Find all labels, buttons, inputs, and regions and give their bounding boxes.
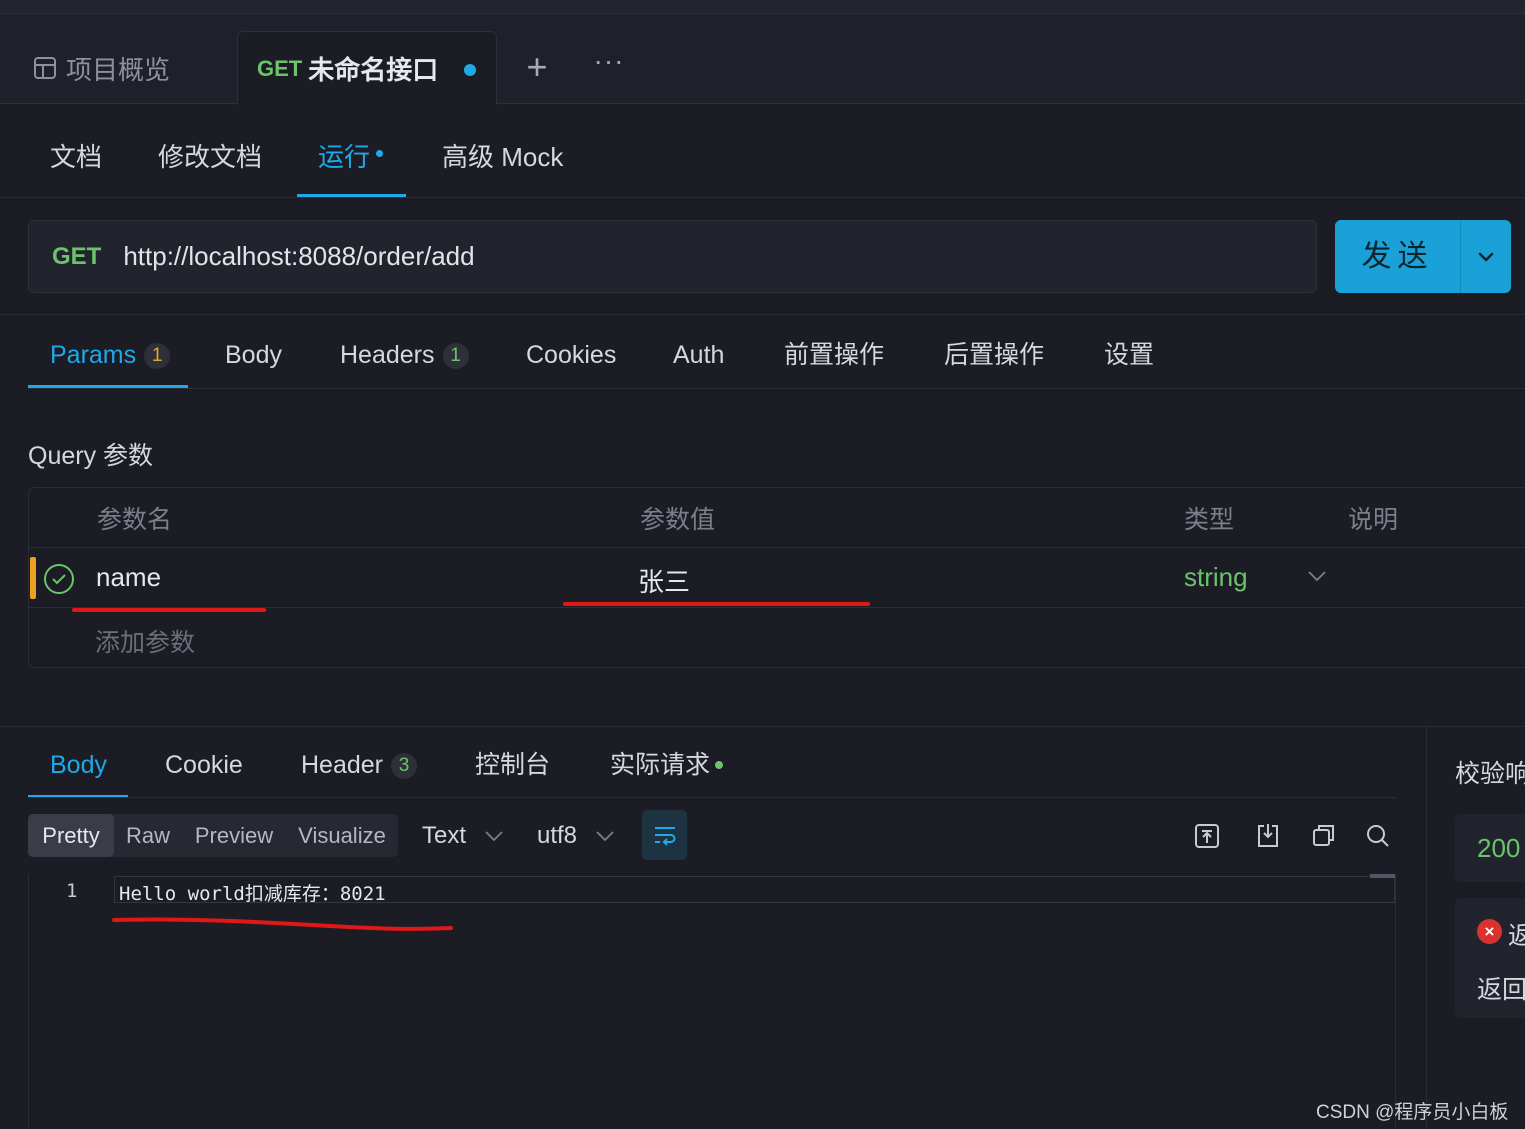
assert-panel-title: 校验响 xyxy=(1455,760,1525,788)
format-select[interactable]: Text xyxy=(422,822,504,850)
copy-icon[interactable] xyxy=(1311,822,1337,850)
tab-project-overview-label: 项目概览 xyxy=(66,54,171,85)
encoding-value: utf8 xyxy=(537,822,578,849)
tab-params[interactable]: Params 1 xyxy=(50,334,171,376)
tab-body[interactable]: Body xyxy=(225,334,282,376)
tab-advanced-mock[interactable]: 高级 Mock xyxy=(442,136,563,178)
view-mode-segmented: Pretty Raw Preview Visualize xyxy=(28,814,398,857)
query-params-title: Query 参数 xyxy=(28,442,154,470)
add-param-input[interactable]: 添加参数 xyxy=(95,623,195,659)
chevron-down-icon xyxy=(1478,252,1494,262)
column-header-desc: 说明 xyxy=(1348,506,1399,534)
tab-edit-doc[interactable]: 修改文档 xyxy=(158,136,262,178)
params-count-badge: 1 xyxy=(144,343,171,369)
view-preview-button[interactable]: Preview xyxy=(190,814,278,857)
column-header-type: 类型 xyxy=(1184,506,1235,534)
param-name-input[interactable]: name xyxy=(96,562,161,593)
param-type-select[interactable]: string xyxy=(1184,562,1248,593)
headers-count-badge: 1 xyxy=(442,343,469,369)
wrap-icon xyxy=(654,827,675,846)
column-header-value: 参数值 xyxy=(640,506,716,534)
url-input[interactable]: http://localhost:8088/order/add xyxy=(123,241,474,272)
divider xyxy=(0,726,1525,727)
tab-run-label: 运行 xyxy=(318,142,371,172)
format-value: Text xyxy=(422,822,467,849)
panel-splitter[interactable] xyxy=(1426,727,1427,1129)
check-icon xyxy=(52,574,66,585)
more-tabs-button[interactable]: ··· xyxy=(592,46,626,88)
status-code-box: 200 xyxy=(1455,814,1525,882)
resp-tab-console[interactable]: 控制台 xyxy=(475,744,550,786)
param-value-input[interactable]: 张三 xyxy=(638,562,690,599)
encoding-select[interactable]: utf8 xyxy=(537,822,615,850)
tab-project-overview[interactable]: 项目概览 xyxy=(0,32,236,104)
tab-cookies[interactable]: Cookies xyxy=(526,334,616,376)
resp-tab-header[interactable]: Header 3 xyxy=(301,744,417,786)
tab-settings[interactable]: 设置 xyxy=(1104,334,1154,376)
view-raw-button[interactable]: Raw xyxy=(120,814,176,857)
query-params-table xyxy=(28,487,1525,668)
download-icon[interactable] xyxy=(1255,822,1281,850)
chevron-down-icon[interactable] xyxy=(1306,568,1328,584)
watermark: CSDN @程序员小白板 xyxy=(1316,1102,1509,1123)
word-wrap-button[interactable] xyxy=(642,810,687,860)
title-bar xyxy=(0,0,1525,14)
row-drag-handle[interactable] xyxy=(30,557,36,599)
divider xyxy=(28,797,1396,798)
tab-name: 未命名接口 xyxy=(308,55,439,85)
url-bar[interactable]: GET http://localhost:8088/order/add xyxy=(28,220,1317,293)
scroll-top-icon[interactable] xyxy=(1194,822,1220,850)
column-header-name: 参数名 xyxy=(97,506,173,534)
tab-headers[interactable]: Headers 1 xyxy=(340,334,469,376)
view-pretty-button[interactable]: Pretty xyxy=(28,814,114,857)
status-dot-icon xyxy=(715,761,724,769)
overview-icon xyxy=(34,57,56,79)
divider xyxy=(0,197,1525,198)
assert-result-text: 返 xyxy=(1508,922,1525,950)
tab-headers-label: Headers xyxy=(340,341,435,369)
view-visualize-button[interactable]: Visualize xyxy=(292,814,392,857)
assert-result-detail: 返回 xyxy=(1477,976,1525,1004)
tab-params-label: Params xyxy=(50,341,137,369)
tab-doc[interactable]: 文档 xyxy=(50,136,102,178)
divider xyxy=(28,388,1525,389)
resp-tab-header-label: Header xyxy=(301,751,383,779)
send-options-button[interactable] xyxy=(1461,220,1511,293)
response-editor[interactable] xyxy=(28,874,1396,1129)
resp-tab-cookie[interactable]: Cookie xyxy=(165,744,243,786)
search-icon[interactable] xyxy=(1365,822,1391,850)
send-button-group[interactable]: 发送 xyxy=(1335,220,1511,293)
header-count-badge: 3 xyxy=(391,753,417,779)
resp-tab-body[interactable]: Body xyxy=(50,744,107,786)
tab-run[interactable]: 运行 xyxy=(318,136,384,178)
error-icon: × xyxy=(1477,919,1502,944)
resp-tab-actual-request-label: 实际请求 xyxy=(610,751,711,779)
top-tab-strip: 项目概览 GET 未命名接口 + ··· xyxy=(0,0,1525,105)
code-line: Hello world扣减库存：8021 xyxy=(119,883,386,905)
divider xyxy=(0,314,1525,315)
unsaved-dot-icon xyxy=(464,64,476,76)
annotation-underline xyxy=(112,917,453,931)
new-tab-button[interactable]: + xyxy=(520,46,554,88)
scrollbar[interactable] xyxy=(1370,874,1395,878)
tab-auth[interactable]: Auth xyxy=(673,334,724,376)
divider xyxy=(29,547,1525,548)
send-button[interactable]: 发送 xyxy=(1335,220,1460,293)
status-code: 200 xyxy=(1477,833,1521,863)
tab-post-request[interactable]: 后置操作 xyxy=(944,334,1044,376)
tab-method: GET xyxy=(257,55,303,81)
chevron-down-icon xyxy=(485,831,503,842)
param-enabled-checkbox[interactable] xyxy=(44,564,74,594)
line-number: 1 xyxy=(66,880,78,902)
annotation-underline xyxy=(72,608,266,612)
tab-pre-request[interactable]: 前置操作 xyxy=(784,334,884,376)
resp-tab-actual-request[interactable]: 实际请求 xyxy=(610,744,724,786)
tab-unnamed-api[interactable]: GET 未命名接口 xyxy=(237,31,497,105)
method-select[interactable]: GET xyxy=(52,243,101,271)
annotation-underline xyxy=(563,602,870,606)
chevron-down-icon xyxy=(596,831,614,842)
run-dot-icon xyxy=(376,150,384,157)
